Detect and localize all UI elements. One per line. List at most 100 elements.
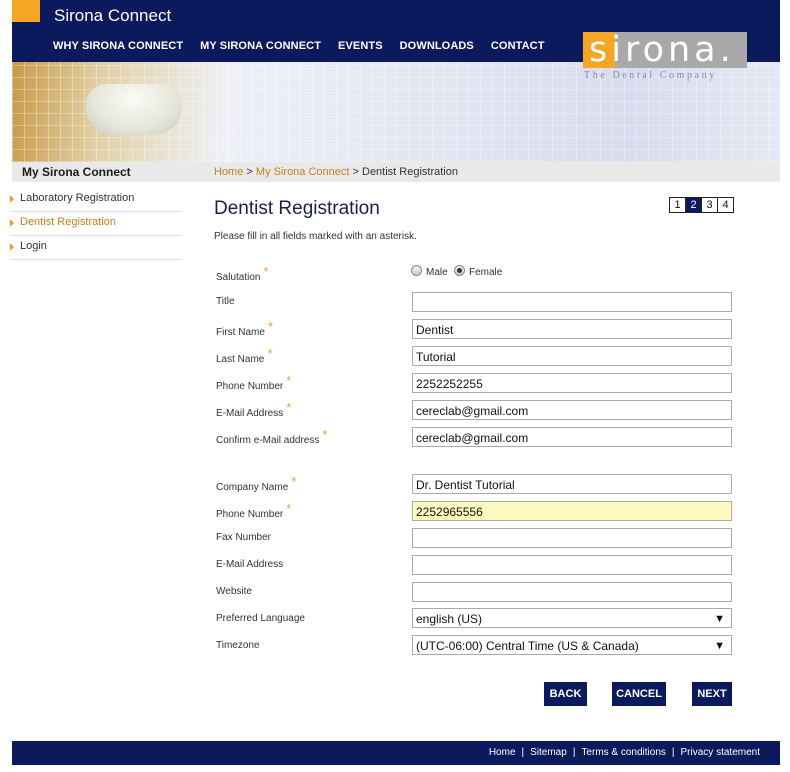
arrow-right-icon (10, 195, 14, 203)
email-label: E-Mail Address * (216, 400, 291, 419)
required-asterisk: * (267, 346, 273, 361)
footer-link-privacy[interactable]: Privacy statement (681, 747, 760, 758)
sidebar-item-label: Dentist Registration (20, 216, 116, 228)
company-email-label: E-Mail Address (216, 559, 284, 570)
required-asterisk: * (286, 501, 292, 516)
first-name-label-text: First Name (216, 327, 265, 338)
company-phone-field[interactable]: 2252965556 (412, 501, 732, 521)
logo-tagline: The Dental Company (584, 70, 717, 81)
page-intro: Please fill in all fields marked with an… (214, 231, 417, 242)
nav-my-sirona-connect[interactable]: MY SIRONA CONNECT (200, 40, 321, 52)
company-name-field[interactable]: Dr. Dentist Tutorial (412, 474, 732, 494)
title-label: Title (216, 296, 235, 307)
email-field[interactable]: cereclab@gmail.com (412, 400, 732, 420)
last-name-field[interactable]: Tutorial (412, 346, 732, 366)
breadcrumb-separator: > (246, 166, 253, 178)
footer-link-terms[interactable]: Terms & conditions (581, 747, 665, 758)
language-select[interactable]: english (US) ▼ (412, 608, 732, 628)
step-1: 1 (670, 198, 685, 212)
email-label-text: E-Mail Address (216, 408, 284, 419)
breadcrumb: Home > My Sirona Connect > Dentist Regis… (214, 166, 458, 178)
first-name-label: First Name * (216, 319, 273, 338)
fax-field[interactable] (412, 528, 732, 548)
website-label: Website (216, 586, 252, 597)
sidebar: Laboratory Registration Dentist Registra… (10, 188, 182, 260)
arrow-right-icon (10, 243, 14, 251)
confirm-email-label-text: Confirm e-Mail address (216, 435, 320, 446)
brand-square (12, 0, 40, 22)
company-phone-label: Phone Number * (216, 501, 291, 520)
timezone-select[interactable]: (UTC-06:00) Central Time (US & Canada) ▼ (412, 635, 732, 655)
sidebar-item-dentist-registration[interactable]: Dentist Registration (10, 212, 182, 236)
company-phone-label-text: Phone Number (216, 509, 284, 520)
logo-text: sirona. (589, 30, 735, 70)
company-email-field[interactable] (412, 555, 732, 575)
confirm-email-field[interactable]: cereclab@gmail.com (412, 427, 732, 447)
timezone-label: Timezone (216, 640, 260, 651)
required-asterisk: * (263, 264, 269, 279)
nav-why-sirona-connect[interactable]: WHY SIRONA CONNECT (53, 40, 183, 52)
required-asterisk: * (267, 319, 273, 334)
last-name-label: Last Name * (216, 346, 272, 365)
salutation-label-text: Salutation (216, 272, 261, 283)
sidebar-item-label: Login (20, 240, 47, 252)
page-wrapper: Sirona Connect WHY SIRONA CONNECT MY SIR… (12, 0, 780, 182)
footer-links: Home | Sitemap | Terms & conditions | Privacy … (489, 747, 760, 758)
sidebar-item-login[interactable]: Login (10, 236, 182, 260)
breadcrumb-my-sirona-connect[interactable]: My Sirona Connect (256, 166, 350, 178)
page-title: Dentist Registration (214, 198, 380, 219)
footer: Home | Sitemap | Terms & conditions | Privacy … (12, 741, 780, 765)
sirona-logo[interactable]: sirona. (583, 30, 747, 70)
first-name-field[interactable]: Dentist (412, 319, 732, 339)
title-field[interactable] (412, 292, 732, 312)
timezone-selected-value: (UTC-06:00) Central Time (US & Canada) (416, 639, 639, 653)
website-field[interactable] (412, 582, 732, 602)
salutation-male-radio[interactable]: Male (411, 265, 448, 278)
breadcrumb-home[interactable]: Home (214, 166, 243, 178)
top-header: Sirona Connect WHY SIRONA CONNECT MY SIR… (12, 0, 780, 70)
step-4: 4 (717, 198, 733, 212)
fax-label: Fax Number (216, 532, 272, 543)
required-asterisk: * (291, 474, 297, 489)
sidebar-item-label: Laboratory Registration (20, 192, 135, 204)
footer-link-sitemap[interactable]: Sitemap (530, 747, 567, 758)
back-button[interactable]: BACK (544, 682, 587, 706)
language-selected-value: english (US) (416, 612, 483, 626)
company-name-label-text: Company Name (216, 482, 289, 493)
radio-male-icon (411, 265, 422, 276)
nav-contact[interactable]: CONTACT (491, 40, 545, 52)
dropdown-arrow-icon: ▼ (714, 613, 725, 625)
required-asterisk: * (286, 373, 292, 388)
footer-separator: | (671, 747, 675, 758)
language-label: Preferred Language (216, 613, 305, 624)
phone-label-text: Phone Number (216, 381, 284, 392)
phone-field[interactable]: 2252252255 (412, 373, 732, 393)
last-name-label-text: Last Name (216, 354, 265, 365)
footer-link-home[interactable]: Home (489, 747, 516, 758)
footer-separator: | (521, 747, 525, 758)
required-asterisk: * (286, 400, 292, 415)
site-title: Sirona Connect (54, 6, 172, 25)
phone-label: Phone Number * (216, 373, 291, 392)
footer-separator: | (572, 747, 576, 758)
required-asterisk: * (322, 427, 328, 442)
dropdown-arrow-icon: ▼ (714, 640, 725, 652)
confirm-email-label: Confirm e-Mail address * (216, 427, 327, 446)
arrow-right-icon (10, 219, 14, 227)
salutation-female-radio[interactable]: Female (454, 265, 502, 278)
step-3: 3 (701, 198, 717, 212)
sidebar-item-laboratory-registration[interactable]: Laboratory Registration (10, 188, 182, 212)
next-button[interactable]: NEXT (692, 682, 732, 706)
step-indicator: 1 2 3 4 (669, 197, 734, 213)
cancel-button[interactable]: CANCEL (612, 682, 666, 706)
female-label: Female (469, 267, 503, 278)
nav-events[interactable]: EVENTS (338, 40, 383, 52)
male-label: Male (426, 267, 448, 278)
sub-header-bar: My Sirona Connect Home > My Sirona Conne… (12, 162, 780, 182)
dental-crown-image (86, 84, 182, 134)
breadcrumb-current: > Dentist Registration (352, 166, 458, 178)
sidebar-heading: My Sirona Connect (22, 165, 131, 179)
radio-female-selected-icon (454, 265, 465, 276)
step-2-current: 2 (685, 198, 701, 212)
nav-downloads[interactable]: DOWNLOADS (400, 40, 474, 52)
